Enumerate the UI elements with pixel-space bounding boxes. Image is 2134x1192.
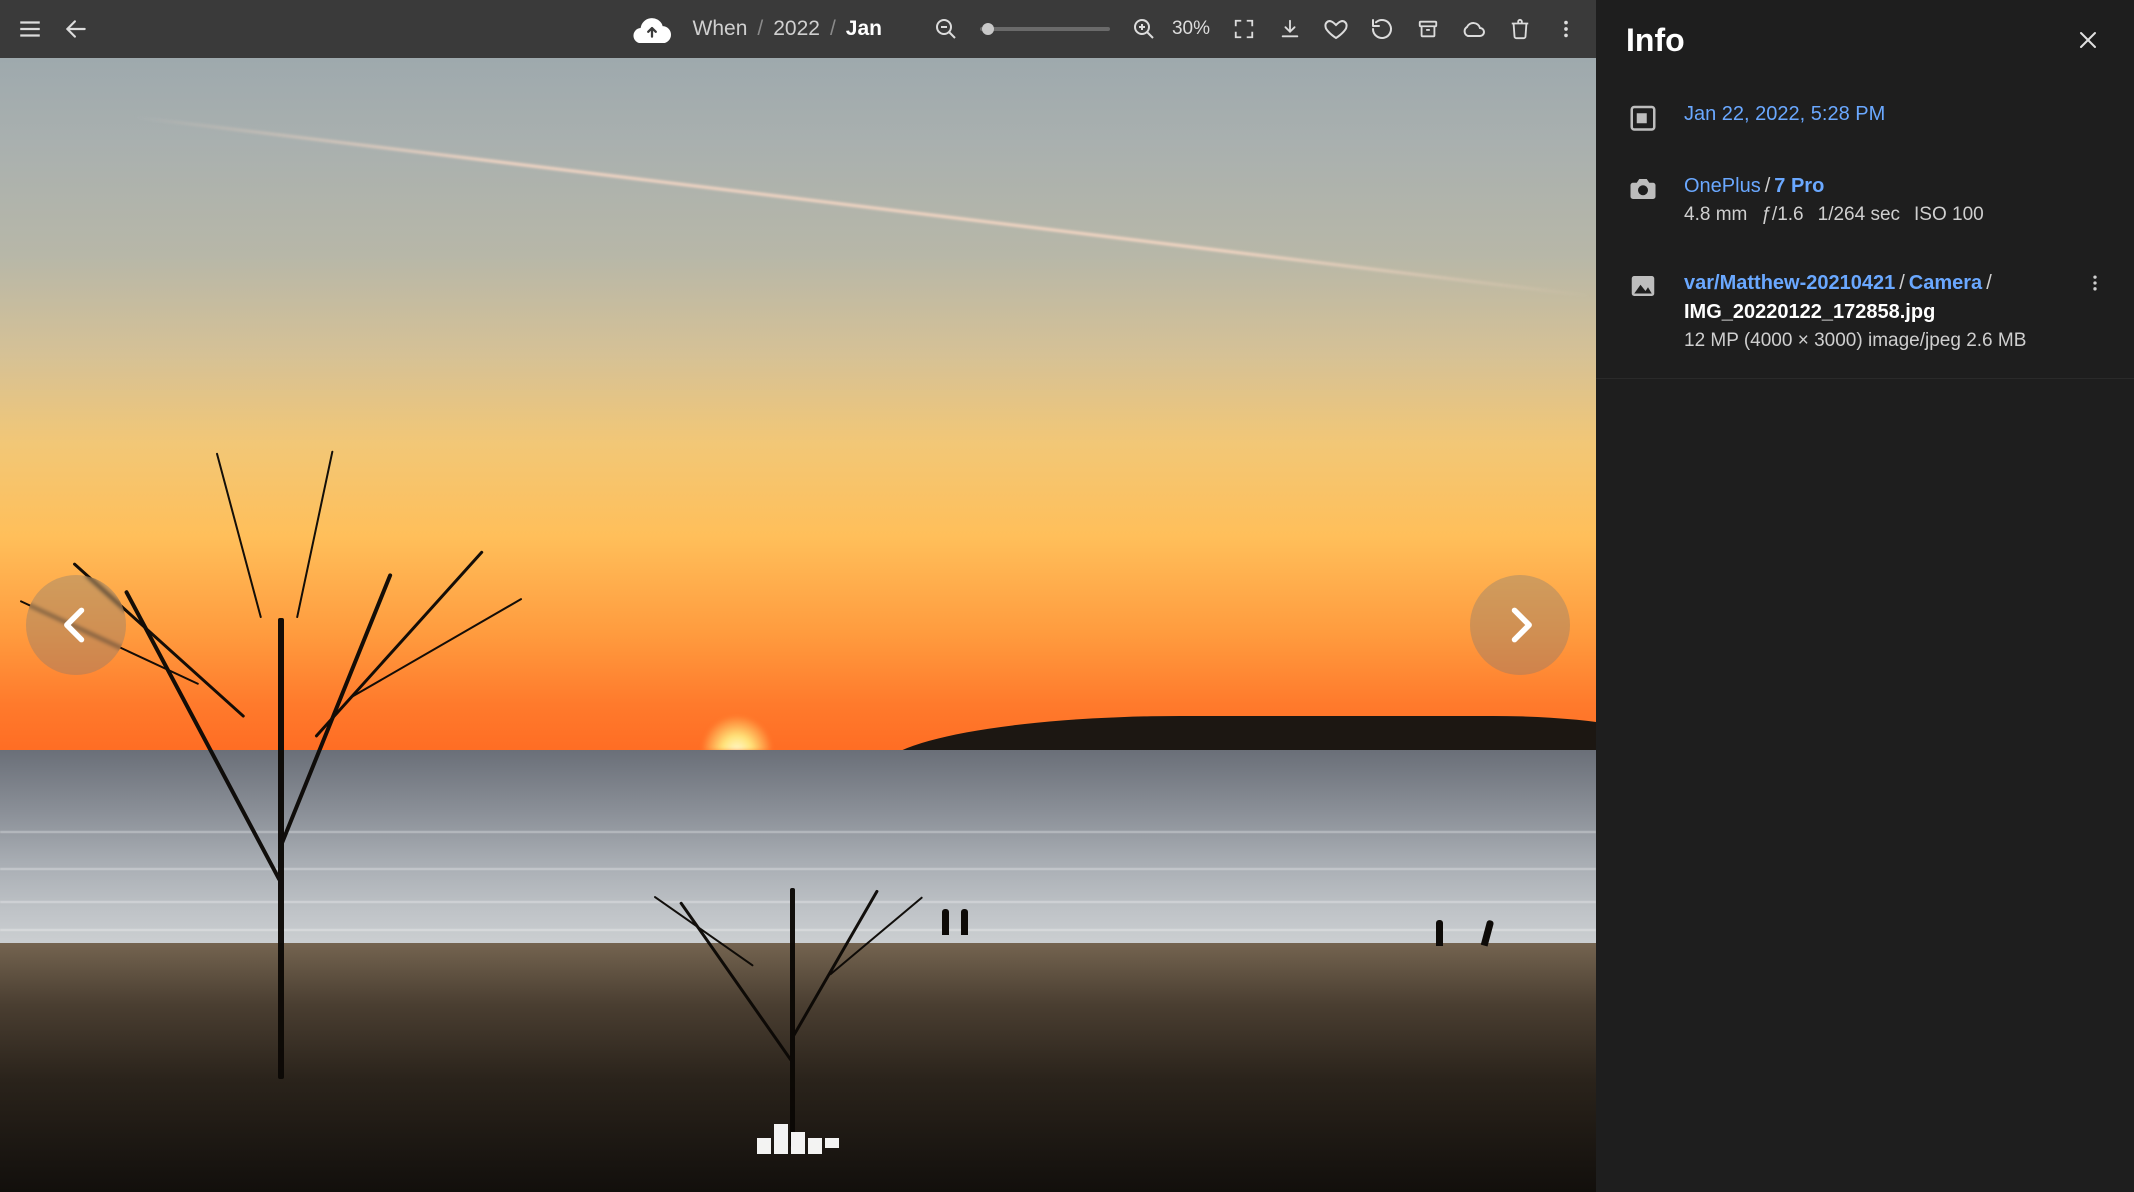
crumb-sep: / <box>757 17 763 41</box>
rotate-button[interactable] <box>1360 7 1404 51</box>
calendar-icon <box>1628 102 1658 132</box>
archive-button[interactable] <box>1406 7 1450 51</box>
info-row-camera: OnePlus/7 Pro 4.8 mmƒ/1.61/264 secISO 10… <box>1626 152 2110 249</box>
info-divider <box>1596 378 2134 379</box>
menu-button[interactable] <box>8 7 52 51</box>
more-vert-icon <box>1555 18 1577 40</box>
file-more-button[interactable] <box>2080 269 2110 355</box>
photo-content <box>0 58 1596 1192</box>
camera-icon <box>1628 174 1658 204</box>
crumb-sep: / <box>830 17 836 41</box>
camera-model[interactable]: 7 Pro <box>1774 175 1824 197</box>
zoom-in-icon <box>1132 17 1156 41</box>
photo-date[interactable]: Jan 22, 2022, 5:28 PM <box>1684 103 1885 125</box>
camera-focal: 4.8 mm <box>1684 204 1747 225</box>
info-title: Info <box>1626 22 1685 59</box>
chevron-left-icon <box>54 603 98 647</box>
cloud-logo[interactable] <box>625 7 679 51</box>
fullscreen-button[interactable] <box>1222 7 1266 51</box>
photo-viewer: When / 2022 / Jan 30% <box>0 0 1596 1192</box>
arrow-left-icon <box>63 16 89 42</box>
app-root: When / 2022 / Jan 30% <box>0 0 2134 1192</box>
file-path-seg2[interactable]: Camera <box>1909 272 1982 294</box>
filmstrip-toggle[interactable] <box>757 1124 839 1154</box>
close-icon <box>2076 28 2100 52</box>
rotate-ccw-icon <box>1370 17 1394 41</box>
close-info-button[interactable] <box>2066 18 2110 62</box>
photo-canvas[interactable] <box>0 58 1596 1192</box>
info-panel: Info Jan 22, 2022, 5:28 PM <box>1596 0 2134 1192</box>
prev-photo-button[interactable] <box>26 575 126 675</box>
zoom-out-icon <box>934 17 958 41</box>
cloud-upload-icon <box>633 15 671 43</box>
favorite-button[interactable] <box>1314 7 1358 51</box>
crumb-year[interactable]: 2022 <box>773 17 820 41</box>
breadcrumb: When / 2022 / Jan <box>693 17 882 41</box>
zoom-slider[interactable] <box>980 27 1110 31</box>
image-icon <box>1628 271 1658 301</box>
more-button[interactable] <box>1544 7 1588 51</box>
archive-icon <box>1417 18 1439 40</box>
camera-make[interactable]: OnePlus <box>1684 175 1761 197</box>
crumb-month[interactable]: Jan <box>846 17 882 41</box>
heart-icon <box>1324 17 1348 41</box>
zoom-label: 30% <box>1172 18 1210 40</box>
info-row-date: Jan 22, 2022, 5:28 PM <box>1626 80 2110 152</box>
file-details: 12 MP (4000 × 3000) image/jpeg 2.6 MB <box>1684 327 2056 355</box>
back-button[interactable] <box>54 7 98 51</box>
zoom-in-button[interactable] <box>1122 7 1166 51</box>
camera-specs: 4.8 mm ƒ/1.6 1/264 sec ISO 100 <box>1684 201 2110 229</box>
chevron-right-icon <box>1498 603 1542 647</box>
cloud-icon <box>1461 18 1487 40</box>
toolbar: When / 2022 / Jan 30% <box>0 0 1596 58</box>
crumb-root[interactable]: When <box>693 17 748 41</box>
zoom-out-button[interactable] <box>924 7 968 51</box>
info-header: Info <box>1596 0 2134 70</box>
more-vert-icon <box>2085 273 2105 293</box>
info-row-file: var/Matthew-20210421/Camera/ IMG_2022012… <box>1626 249 2110 375</box>
camera-aperture: ƒ/1.6 <box>1761 204 1803 225</box>
download-icon <box>1279 18 1301 40</box>
camera-iso: ISO 100 <box>1914 204 1984 225</box>
hamburger-icon <box>17 16 43 42</box>
trash-icon <box>1509 18 1531 40</box>
download-button[interactable] <box>1268 7 1312 51</box>
cloud-sync-button[interactable] <box>1452 7 1496 51</box>
delete-button[interactable] <box>1498 7 1542 51</box>
next-photo-button[interactable] <box>1470 575 1570 675</box>
file-path-seg1[interactable]: var/Matthew-20210421 <box>1684 272 1895 294</box>
fullscreen-icon <box>1233 18 1255 40</box>
camera-shutter: 1/264 sec <box>1818 204 1900 225</box>
file-name: IMG_20220122_172858.jpg <box>1684 298 2056 327</box>
info-rows: Jan 22, 2022, 5:28 PM OnePlus/7 Pro 4.8 … <box>1596 70 2134 374</box>
